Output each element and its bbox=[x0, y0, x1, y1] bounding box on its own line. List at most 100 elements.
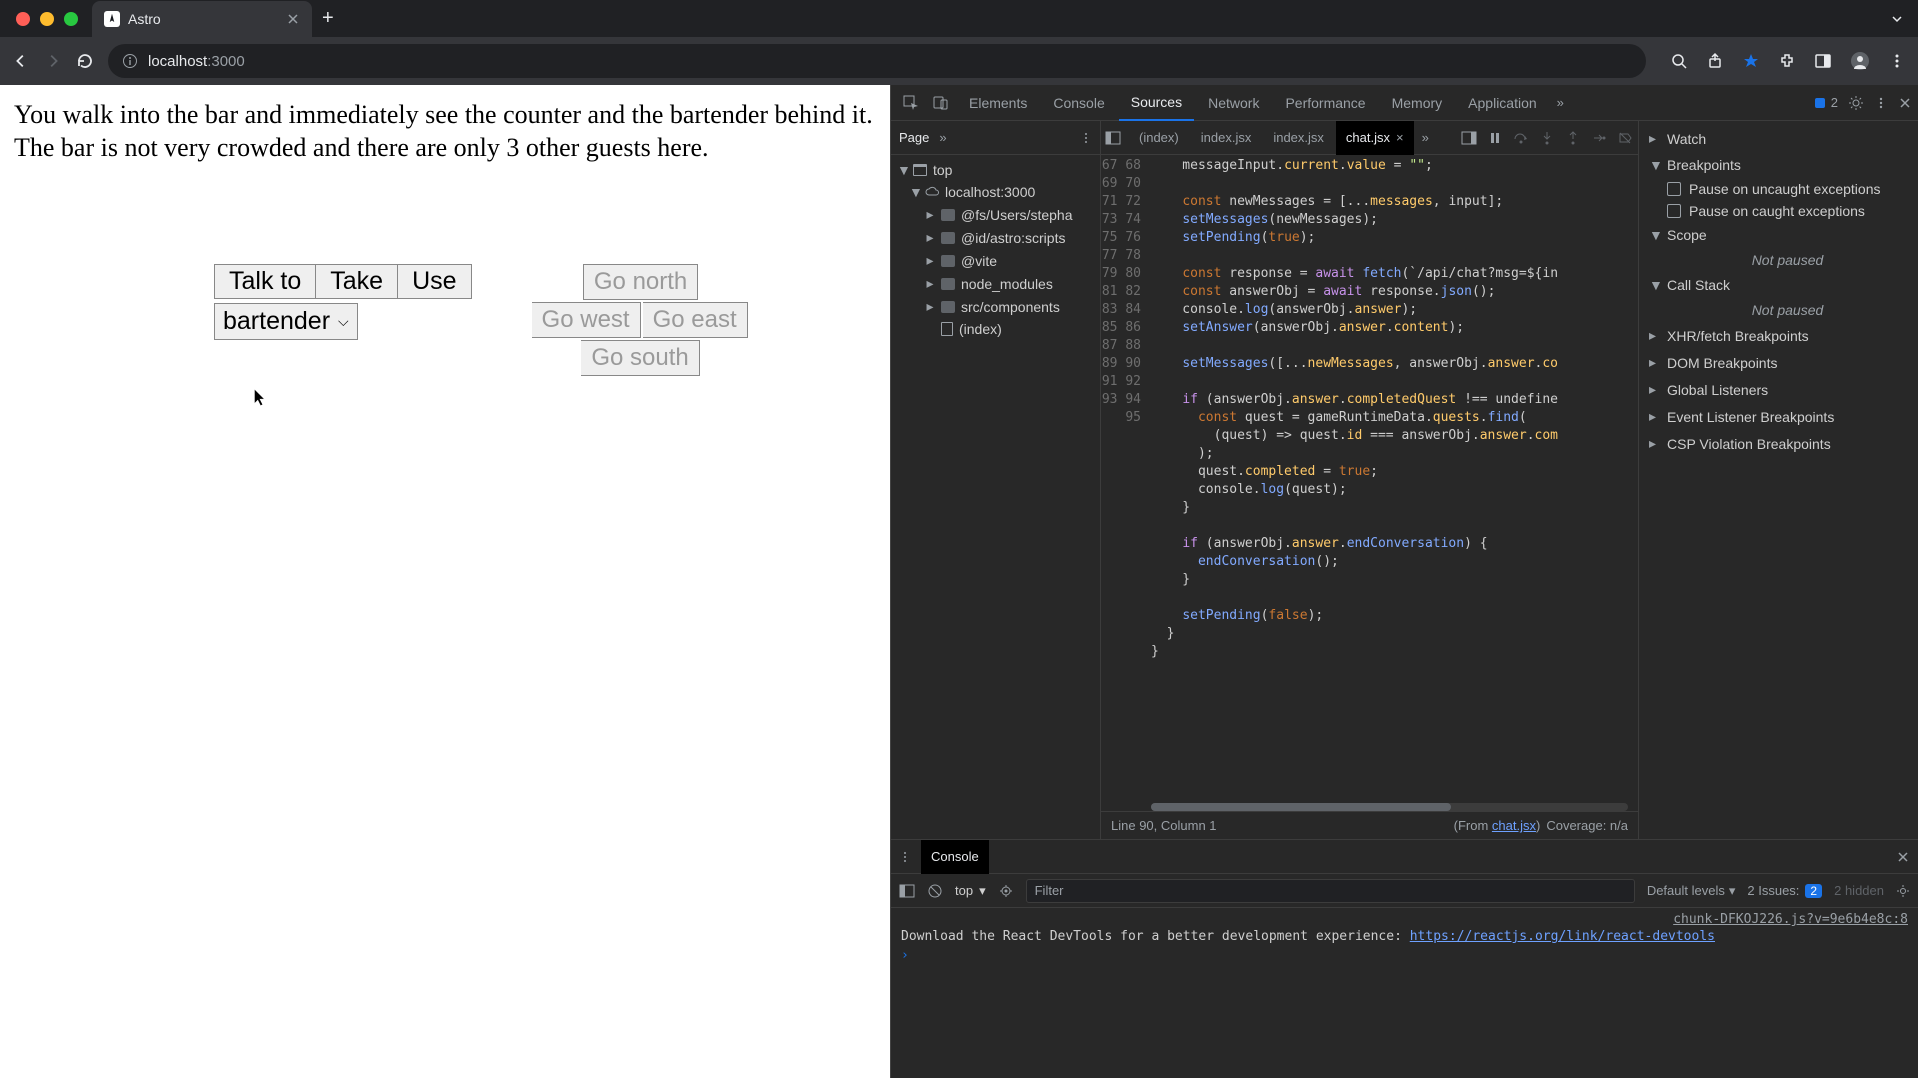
event-listener-breakpoints-section[interactable]: ▸Event Listener Breakpoints bbox=[1639, 403, 1918, 430]
go-west-button[interactable]: Go west bbox=[532, 302, 641, 338]
search-icon[interactable] bbox=[1670, 52, 1688, 70]
console-kebab-icon[interactable] bbox=[899, 851, 911, 863]
step-over-icon[interactable] bbox=[1512, 129, 1530, 147]
console-issues[interactable]: 2 Issues:2 bbox=[1747, 883, 1822, 898]
console-drawer-tab[interactable]: Console bbox=[921, 840, 989, 874]
use-button[interactable]: Use bbox=[398, 264, 471, 299]
console-hidden-count[interactable]: 2 hidden bbox=[1834, 883, 1884, 898]
file-icon bbox=[941, 322, 953, 336]
issues-indicator[interactable]: 2 bbox=[1813, 95, 1838, 110]
window-minimize-icon[interactable] bbox=[40, 12, 54, 26]
horizontal-scrollbar[interactable] bbox=[1151, 803, 1628, 811]
go-north-button[interactable]: Go north bbox=[583, 264, 698, 300]
file-tab[interactable]: index.jsx bbox=[1191, 121, 1262, 155]
tab-application[interactable]: Application bbox=[1456, 85, 1549, 121]
log-levels-select[interactable]: Default levels▾ bbox=[1647, 883, 1736, 899]
inspect-element-icon[interactable] bbox=[903, 95, 919, 111]
browser-tab[interactable]: Astro bbox=[92, 1, 312, 37]
step-into-icon[interactable] bbox=[1538, 129, 1556, 147]
more-subtabs-icon[interactable]: » bbox=[939, 130, 946, 145]
csp-breakpoints-section[interactable]: ▸CSP Violation Breakpoints bbox=[1639, 430, 1918, 457]
device-toggle-icon[interactable] bbox=[933, 95, 949, 111]
deactivate-breakpoints-icon[interactable] bbox=[1616, 129, 1634, 147]
watch-section[interactable]: ▸Watch bbox=[1639, 125, 1918, 152]
live-expression-icon[interactable] bbox=[998, 883, 1014, 899]
caught-exceptions-checkbox[interactable] bbox=[1667, 204, 1681, 218]
browser-chrome: Astro + localhost:3000 bbox=[0, 0, 1918, 85]
file-tab-active[interactable]: chat.jsx× bbox=[1336, 121, 1414, 155]
code-editor[interactable]: 67 68 69 70 71 72 73 74 75 76 77 78 79 8… bbox=[1101, 155, 1638, 811]
talk-to-button[interactable]: Talk to bbox=[214, 264, 316, 299]
tab-elements[interactable]: Elements bbox=[957, 85, 1039, 121]
bookmark-star-icon[interactable] bbox=[1742, 52, 1760, 70]
folder-icon bbox=[941, 278, 955, 290]
tree-host[interactable]: ▼localhost:3000 bbox=[891, 181, 1100, 203]
side-panel-icon[interactable] bbox=[1814, 52, 1832, 70]
console-sidebar-toggle-icon[interactable] bbox=[899, 883, 915, 899]
file-tab[interactable]: index.jsx bbox=[1263, 121, 1334, 155]
tree-folder[interactable]: ▸@id/astro:scripts bbox=[891, 226, 1100, 249]
tab-performance[interactable]: Performance bbox=[1273, 85, 1377, 121]
page-subtab[interactable]: Page bbox=[899, 130, 929, 145]
uncaught-exceptions-checkbox[interactable] bbox=[1667, 182, 1681, 196]
tab-console[interactable]: Console bbox=[1041, 85, 1116, 121]
tab-close-icon[interactable] bbox=[286, 12, 300, 26]
window-maximize-icon[interactable] bbox=[64, 12, 78, 26]
tree-folder[interactable]: ▸node_modules bbox=[891, 272, 1100, 295]
pause-script-icon[interactable] bbox=[1486, 129, 1504, 147]
console-settings-gear-icon[interactable] bbox=[1896, 884, 1910, 898]
nav-reload-icon[interactable] bbox=[76, 52, 94, 70]
target-select[interactable]: bartender ⌵ bbox=[214, 303, 358, 340]
react-devtools-link[interactable]: https://reactjs.org/link/react-devtools bbox=[1410, 929, 1715, 944]
more-file-tabs-icon[interactable]: » bbox=[1416, 130, 1435, 145]
step-icon[interactable] bbox=[1590, 129, 1608, 147]
console-context-select[interactable]: top ▾ bbox=[955, 883, 986, 899]
devtools-kebab-icon[interactable] bbox=[1874, 96, 1888, 110]
close-tab-icon[interactable]: × bbox=[1396, 130, 1404, 145]
tab-memory[interactable]: Memory bbox=[1380, 85, 1455, 121]
xhr-breakpoints-section[interactable]: ▸XHR/fetch Breakpoints bbox=[1639, 322, 1918, 349]
callstack-section[interactable]: ▼Call Stack bbox=[1639, 272, 1918, 298]
toggle-navigator-icon[interactable] bbox=[1105, 130, 1121, 146]
url-input[interactable]: localhost:3000 bbox=[108, 44, 1646, 78]
nav-forward-icon[interactable] bbox=[44, 52, 62, 70]
global-listeners-section[interactable]: ▸Global Listeners bbox=[1639, 376, 1918, 403]
tab-network[interactable]: Network bbox=[1196, 85, 1271, 121]
tree-folder[interactable]: ▸@vite bbox=[891, 249, 1100, 272]
file-tab[interactable]: (index) bbox=[1129, 121, 1189, 155]
console-close-icon[interactable] bbox=[1896, 850, 1910, 864]
toggle-debugger-pane-icon[interactable] bbox=[1460, 129, 1478, 147]
go-east-button[interactable]: Go east bbox=[643, 302, 748, 338]
target-selected-value: bartender bbox=[223, 306, 330, 337]
devtools-close-icon[interactable] bbox=[1898, 96, 1912, 110]
new-tab-button[interactable]: + bbox=[322, 7, 334, 30]
share-icon[interactable] bbox=[1706, 52, 1724, 70]
console-prompt[interactable]: › bbox=[901, 948, 1908, 963]
tab-list-chevron-icon[interactable] bbox=[1890, 12, 1904, 26]
profile-avatar-icon[interactable] bbox=[1850, 51, 1870, 71]
window-close-icon[interactable] bbox=[16, 12, 30, 26]
menu-kebab-icon[interactable] bbox=[1888, 52, 1906, 70]
navigator-kebab-icon[interactable] bbox=[1080, 132, 1092, 144]
folder-icon bbox=[941, 209, 955, 221]
clear-console-icon[interactable] bbox=[927, 883, 943, 899]
go-south-button[interactable]: Go south bbox=[581, 340, 699, 376]
tree-top[interactable]: ▼top bbox=[891, 159, 1100, 181]
scope-section[interactable]: ▼Scope bbox=[1639, 222, 1918, 248]
step-out-icon[interactable] bbox=[1564, 129, 1582, 147]
take-button[interactable]: Take bbox=[316, 264, 398, 299]
tree-folder[interactable]: ▸@fs/Users/stepha bbox=[891, 203, 1100, 226]
tree-file[interactable]: (index) bbox=[891, 318, 1100, 340]
settings-gear-icon[interactable] bbox=[1848, 95, 1864, 111]
breakpoints-section[interactable]: ▼Breakpoints bbox=[1639, 152, 1918, 178]
extensions-icon[interactable] bbox=[1778, 52, 1796, 70]
dom-breakpoints-section[interactable]: ▸DOM Breakpoints bbox=[1639, 349, 1918, 376]
more-tabs-icon[interactable]: » bbox=[1557, 95, 1564, 110]
site-info-icon[interactable] bbox=[122, 53, 138, 69]
console-filter-input[interactable]: Filter bbox=[1026, 879, 1635, 903]
console-source-link[interactable]: chunk-DFKOJ226.js?v=9e6b4e8c:8 bbox=[901, 912, 1908, 927]
source-from-link[interactable]: chat.jsx bbox=[1492, 818, 1536, 833]
tree-folder[interactable]: ▸src/components bbox=[891, 295, 1100, 318]
tab-sources[interactable]: Sources bbox=[1119, 85, 1194, 121]
nav-back-icon[interactable] bbox=[12, 52, 30, 70]
